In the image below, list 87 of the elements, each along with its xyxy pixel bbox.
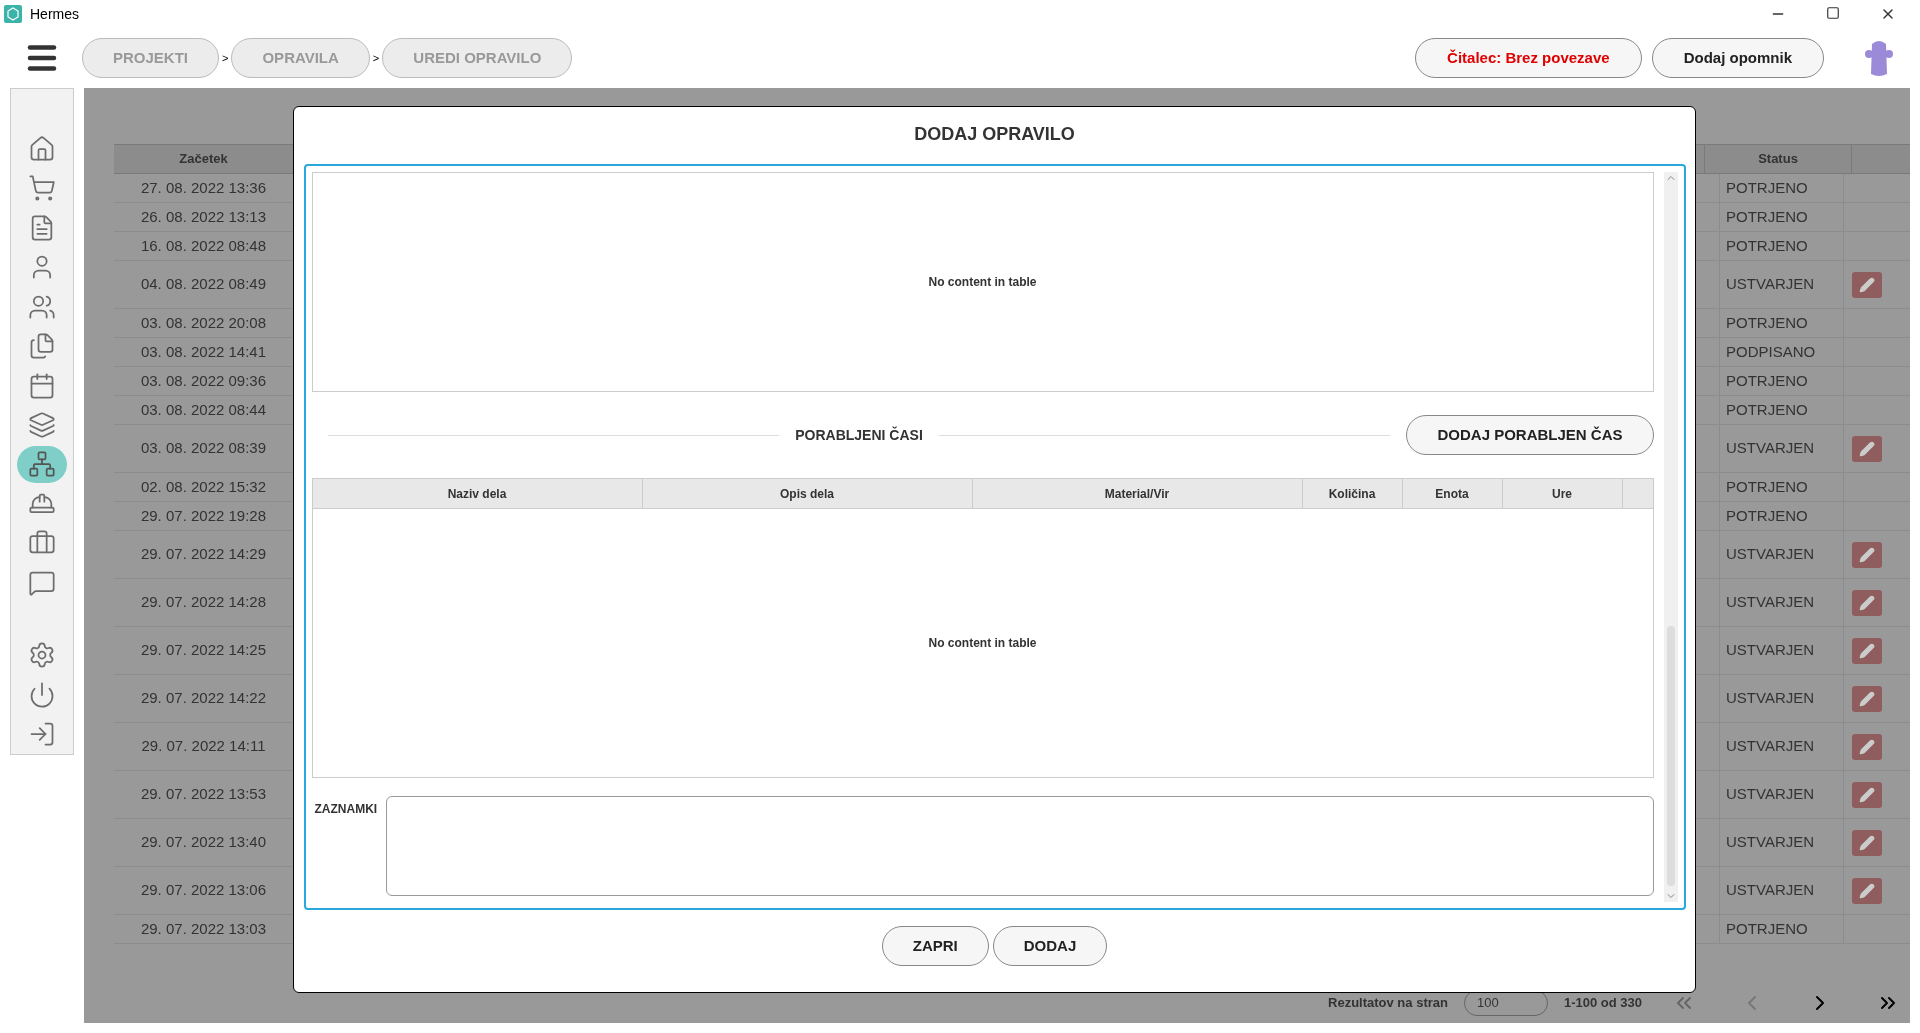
table-cell-text: 03. 08. 2022 14:41 (140, 341, 267, 362)
table-cell-text: USTVARJEN (1726, 688, 1815, 709)
table-cell-text: POTRJENO (1726, 206, 1808, 227)
table-cell-text: 29. 07. 2022 14:22 (140, 688, 267, 709)
maximize-icon[interactable] (1826, 6, 1840, 20)
sidebar-network-icon[interactable] (17, 445, 67, 484)
table-cell-text: 03. 08. 2022 08:39 (140, 438, 267, 459)
table-cell-text: 27. 08. 2022 13:36 (140, 177, 267, 198)
empty-table-message: No content in table (928, 635, 1037, 652)
edit-button[interactable] (1852, 733, 1882, 760)
table-cell-text: 03. 08. 2022 20:08 (140, 312, 267, 333)
breadcrumb-separator: > (372, 50, 380, 66)
table-cell-text: USTVARJEN (1726, 640, 1815, 661)
table-cell-text: PODPISANO (1726, 341, 1816, 362)
edit-button[interactable] (1852, 829, 1882, 856)
pencil-icon (1859, 738, 1875, 755)
pencil-icon (1859, 834, 1875, 851)
edit-button[interactable] (1852, 271, 1882, 298)
table-cell-text: 29. 07. 2022 19:28 (140, 505, 267, 526)
dialog-title: DODAJ OPRAVILO (914, 123, 1075, 146)
column-header[interactable]: Enota (1402, 479, 1503, 508)
column-header[interactable]: Ure (1502, 479, 1623, 508)
table-cell-text: 29. 07. 2022 14:11 (141, 736, 266, 757)
table-cell-text: POTRJENO (1726, 312, 1808, 333)
pencil-icon (1859, 642, 1875, 659)
mascot-icon[interactable] (1862, 38, 1896, 78)
edit-button[interactable] (1852, 781, 1882, 808)
column-header[interactable]: Naziv dela (312, 479, 643, 508)
table-cell-text: POTRJENO (1726, 505, 1808, 526)
table-cell-text: USTVARJEN (1726, 274, 1815, 295)
pencil-icon (1859, 546, 1875, 563)
table-cell-text: POTRJENO (1726, 918, 1808, 939)
edit-button[interactable] (1852, 435, 1882, 462)
table-cell-text: USTVARJEN (1726, 438, 1815, 459)
add-time-button[interactable]: DODAJ PORABLJEN ČAS (1406, 415, 1654, 455)
table-cell-text: POTRJENO (1726, 399, 1808, 420)
section-title: PORABLJENI ČASI (795, 425, 923, 445)
table-cell-text: 04. 08. 2022 08:49 (140, 274, 267, 295)
column-header[interactable]: Status (1704, 145, 1852, 173)
pencil-icon (1859, 276, 1875, 293)
table-cell-text: POTRJENO (1726, 370, 1808, 391)
pencil-icon (1859, 594, 1875, 611)
window-title: Hermes (30, 4, 79, 24)
table-cell-text: 29. 07. 2022 14:28 (140, 592, 267, 613)
edit-button[interactable] (1852, 589, 1882, 616)
page-range: 1-100 od 330 (1563, 994, 1642, 1013)
table-cell-text: 29. 07. 2022 13:06 (140, 880, 267, 901)
table-cell-text: USTVARJEN (1726, 784, 1815, 805)
column-header[interactable]: Količina (1302, 479, 1403, 508)
empty-table-message: No content in table (928, 274, 1037, 291)
dialog-button[interactable]: DODAJ (992, 926, 1108, 966)
edit-button[interactable] (1852, 541, 1882, 568)
pencil-icon (1859, 440, 1875, 457)
table-cell-text: USTVARJEN (1726, 832, 1815, 853)
dialog-button[interactable]: ZAPRI (881, 926, 989, 966)
table-cell-text: POTRJENO (1726, 177, 1808, 198)
edit-button[interactable] (1852, 685, 1882, 712)
notes-field[interactable] (385, 796, 1654, 896)
table-cell-text: USTVARJEN (1726, 544, 1815, 565)
breadcrumb-separator: > (222, 50, 229, 66)
edit-button[interactable] (1852, 877, 1882, 904)
column-header[interactable]: Material/Vir (972, 479, 1303, 508)
table-cell-text: 29. 07. 2022 14:25 (140, 640, 267, 661)
table-cell-text: 29. 07. 2022 13:03 (140, 918, 267, 939)
table-cell-text: 02. 08. 2022 15:32 (140, 476, 267, 497)
table-cell-text: 16. 08. 2022 08:48 (140, 235, 267, 256)
reader-status-button[interactable]: Čitalec: Brez povezave (1415, 38, 1642, 78)
table-cell-text: 29. 07. 2022 13:40 (140, 832, 267, 853)
notes-label: ZAZNAMKI (313, 801, 379, 818)
add-reminder-button[interactable]: Dodaj opomnik (1651, 38, 1824, 78)
table-cell-text: 03. 08. 2022 09:36 (140, 370, 267, 391)
table-cell-text: USTVARJEN (1726, 880, 1815, 901)
table-cell-text: 26. 08. 2022 13:13 (140, 206, 267, 227)
table-cell-text: USTVARJEN (1726, 592, 1815, 613)
edit-button[interactable] (1852, 637, 1882, 664)
table-cell-text: 29. 07. 2022 14:29 (140, 544, 267, 565)
app-logo-icon (4, 5, 22, 23)
column-header[interactable]: Opis dela (642, 479, 973, 508)
page-size-label: Rezultatov na stran (1328, 994, 1448, 1013)
pencil-icon (1859, 882, 1875, 899)
pencil-icon (1859, 690, 1875, 707)
table-cell-text: 03. 08. 2022 08:44 (140, 399, 267, 420)
table-cell-text: POTRJENO (1726, 476, 1808, 497)
pencil-icon (1859, 786, 1875, 803)
table-cell-text: 29. 07. 2022 13:53 (140, 784, 267, 805)
table-cell-text: POTRJENO (1726, 235, 1808, 256)
table-cell-text: USTVARJEN (1726, 736, 1815, 757)
